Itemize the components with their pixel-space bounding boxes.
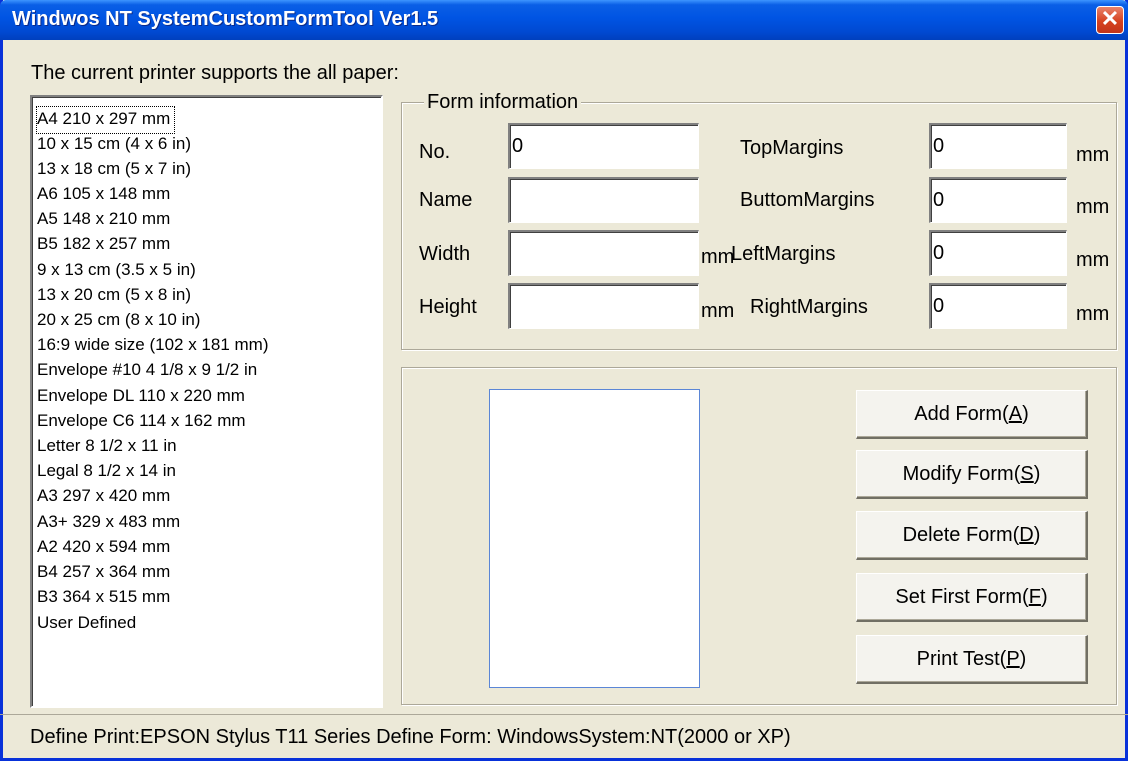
status-bar: Define Print:EPSON Stylus T11 Series Def… xyxy=(0,714,1128,758)
modify-form-button[interactable]: Modify Form(S) xyxy=(856,450,1088,499)
set-first-form-label-end: ) xyxy=(1040,585,1048,608)
paper-item[interactable]: Envelope DL 110 x 220 mm xyxy=(37,384,245,410)
paper-item[interactable]: 9 x 13 cm (3.5 x 5 in) xyxy=(37,258,196,284)
top-margins-label: TopMargins xyxy=(740,137,844,159)
no-field[interactable] xyxy=(508,123,699,169)
bottom-margins-field[interactable] xyxy=(929,177,1067,223)
paper-item[interactable]: Envelope #10 4 1/8 x 9 1/2 in xyxy=(37,358,257,384)
form-preview xyxy=(489,389,700,688)
top-margins-unit: mm xyxy=(1076,144,1110,166)
status-text: Define Print:EPSON Stylus T11 Series Def… xyxy=(30,726,791,748)
right-margins-label: RightMargins xyxy=(750,296,868,318)
print-test-label-end: ) xyxy=(1019,647,1027,670)
no-label: No. xyxy=(419,141,451,163)
name-label: Name xyxy=(419,189,473,211)
paper-item[interactable]: A6 105 x 148 mm xyxy=(37,182,170,208)
delete-form-button[interactable]: Delete Form(D) xyxy=(856,511,1088,560)
height-field[interactable] xyxy=(508,283,699,329)
title-bar[interactable]: Windwos NT SystemCustomFormTool Ver1.5 ✕ xyxy=(0,0,1128,40)
name-field[interactable] xyxy=(508,177,699,223)
paper-item[interactable]: Legal 8 1/2 x 14 in xyxy=(37,459,176,485)
right-margins-field[interactable] xyxy=(929,283,1067,329)
paper-item[interactable]: 10 x 15 cm (4 x 6 in) xyxy=(37,132,191,158)
paper-item-a4[interactable]: A4 210 x 297 mm xyxy=(35,106,176,134)
add-form-label-end: ) xyxy=(1022,402,1029,425)
modify-form-accesskey: S xyxy=(1020,462,1034,485)
top-margins-field[interactable] xyxy=(929,123,1067,169)
close-button[interactable]: ✕ xyxy=(1096,6,1124,34)
print-test-button[interactable]: Print Test(P) xyxy=(856,635,1088,684)
paper-item[interactable]: Envelope C6 114 x 162 mm xyxy=(37,409,246,435)
bottom-margins-label: ButtomMargins xyxy=(740,189,875,211)
right-margins-unit: mm xyxy=(1076,303,1110,325)
height-label: Height xyxy=(419,296,477,318)
delete-form-accesskey: D xyxy=(1019,523,1034,546)
height-unit: mm xyxy=(701,300,735,322)
print-test-label: Print Test( xyxy=(916,647,1007,670)
modify-form-label: Modify Form( xyxy=(902,462,1021,485)
paper-item[interactable]: B4 257 x 364 mm xyxy=(37,560,170,586)
close-icon: ✕ xyxy=(1100,6,1120,31)
paper-item[interactable]: 13 x 20 cm (5 x 8 in) xyxy=(37,283,191,309)
set-first-form-accesskey: F xyxy=(1028,585,1041,608)
print-test-accesskey: P xyxy=(1006,647,1020,670)
set-first-form-button[interactable]: Set First Form(F) xyxy=(856,573,1088,622)
left-margins-unit: mm xyxy=(1076,249,1110,271)
width-label: Width xyxy=(419,243,471,265)
app-window: Windwos NT SystemCustomFormTool Ver1.5 ✕… xyxy=(0,0,1128,761)
delete-form-label: Delete Form( xyxy=(902,523,1020,546)
form-information-title: Form information xyxy=(424,90,582,114)
add-form-button[interactable]: Add Form(A) xyxy=(856,390,1088,439)
paper-item[interactable]: 13 x 18 cm (5 x 7 in) xyxy=(37,157,191,183)
bottom-margins-unit: mm xyxy=(1076,196,1110,218)
add-form-label: Add Form( xyxy=(914,402,1009,425)
width-field[interactable] xyxy=(508,230,699,276)
paper-item[interactable]: Letter 8 1/2 x 11 in xyxy=(37,434,177,460)
add-form-accesskey: A xyxy=(1008,402,1023,425)
window-title: Windwos NT SystemCustomFormTool Ver1.5 xyxy=(12,8,439,30)
paper-list[interactable]: A4 210 x 297 mm 10 x 15 cm (4 x 6 in) 13… xyxy=(30,95,383,708)
paper-item[interactable]: A5 148 x 210 mm xyxy=(37,207,170,233)
modify-form-label-end: ) xyxy=(1033,462,1041,485)
left-margins-field[interactable] xyxy=(929,230,1067,276)
paper-list-label: The current printer supports the all pap… xyxy=(31,62,399,84)
paper-item[interactable]: User Defined xyxy=(37,611,136,637)
paper-item[interactable]: A2 420 x 594 mm xyxy=(37,535,170,561)
set-first-form-label: Set First Form( xyxy=(895,585,1029,608)
paper-item[interactable]: B5 182 x 257 mm xyxy=(37,232,170,258)
paper-item[interactable]: 16:9 wide size (102 x 181 mm) xyxy=(37,333,269,359)
paper-item[interactable]: A3+ 329 x 483 mm xyxy=(37,510,180,536)
width-unit: mm xyxy=(701,246,735,268)
delete-form-label-end: ) xyxy=(1033,523,1041,546)
paper-item[interactable]: B3 364 x 515 mm xyxy=(37,585,170,611)
paper-item[interactable]: A3 297 x 420 mm xyxy=(37,484,170,510)
left-margins-label: LeftMargins xyxy=(731,243,836,265)
paper-item[interactable]: 20 x 25 cm (8 x 10 in) xyxy=(37,308,200,334)
